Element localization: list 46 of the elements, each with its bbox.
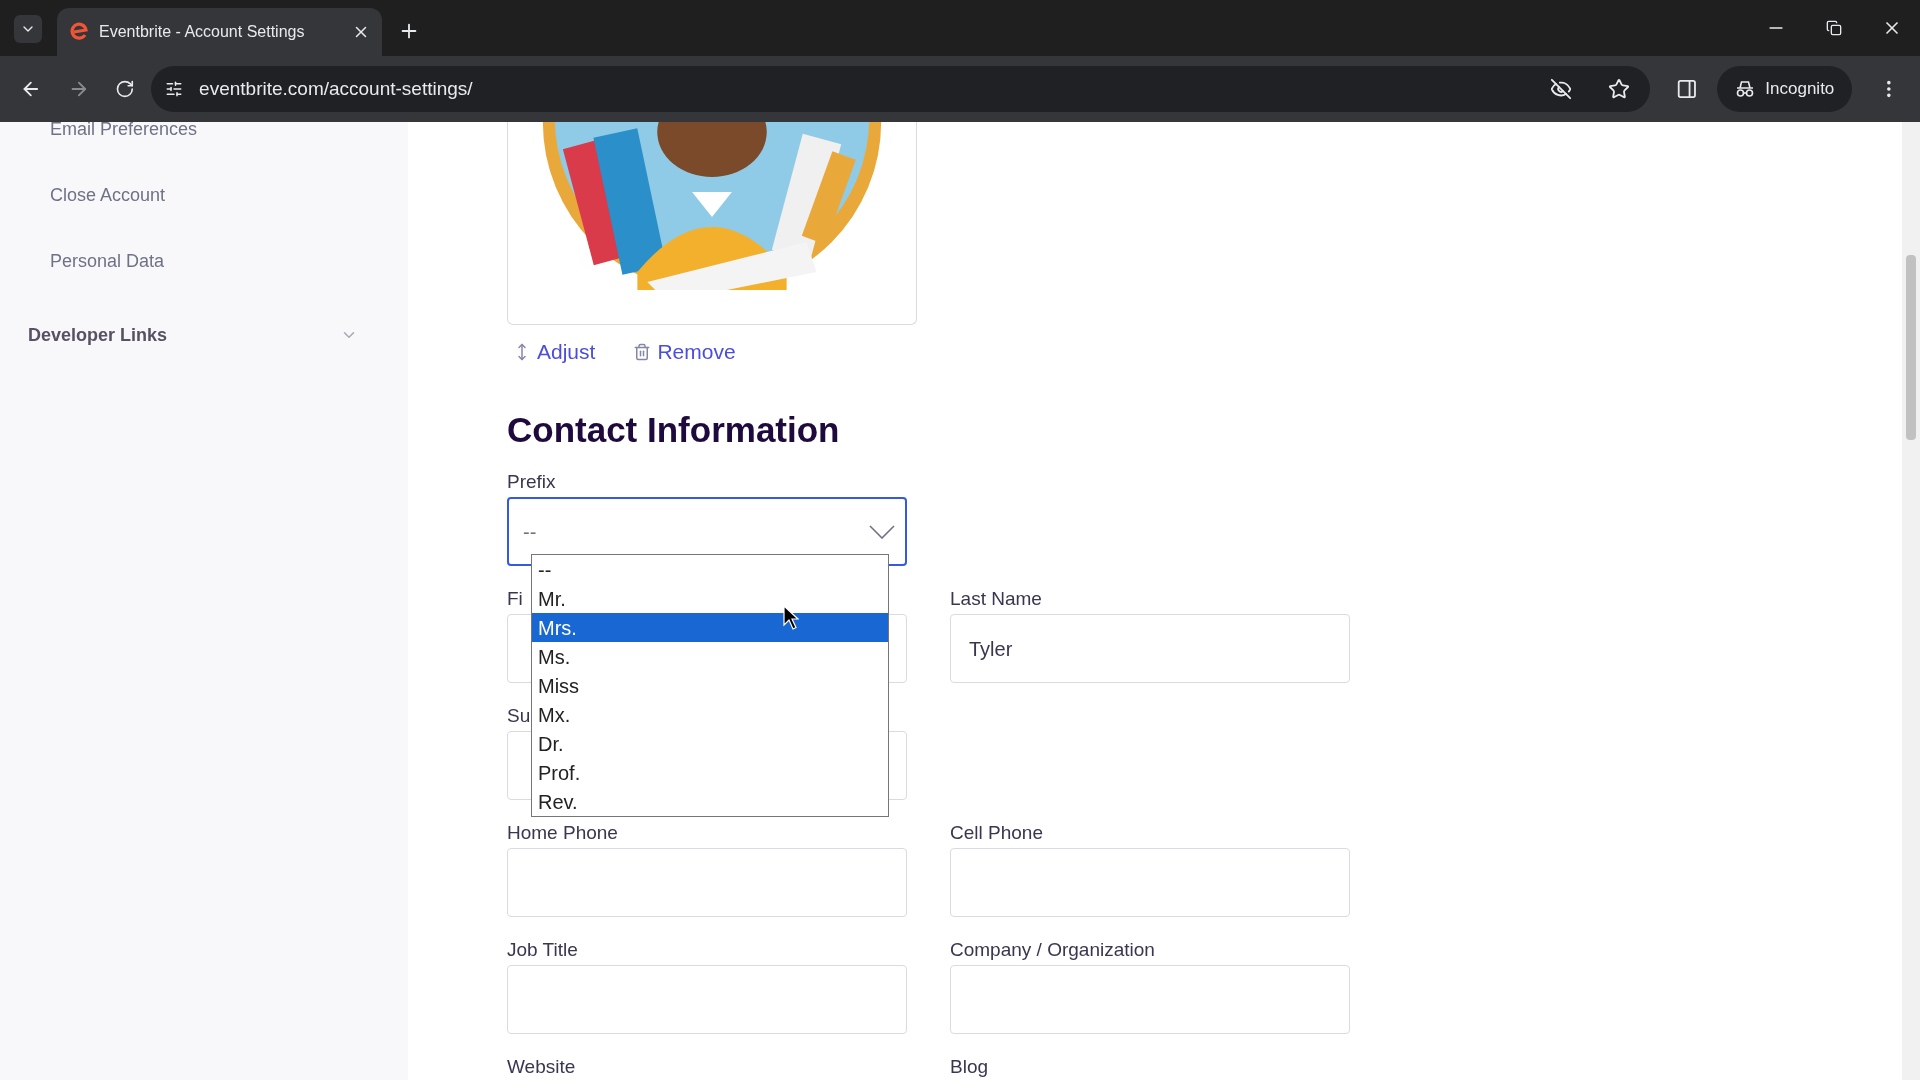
dropdown-option[interactable]: Mrs. bbox=[532, 613, 888, 642]
field-label: Cell Phone bbox=[950, 823, 1043, 843]
incognito-label: Incognito bbox=[1765, 78, 1835, 101]
logo-icon bbox=[69, 22, 89, 42]
restore-icon[interactable] bbox=[1826, 20, 1842, 36]
scroll-thumb[interactable] bbox=[1906, 255, 1916, 440]
section-heading: Contact Information bbox=[507, 409, 841, 451]
field-label: Blog bbox=[950, 1057, 989, 1077]
side-panel-icon[interactable] bbox=[1675, 78, 1698, 100]
incognito-badge[interactable]: Incognito bbox=[1717, 66, 1853, 112]
dropdown-option[interactable]: Dr. bbox=[532, 729, 888, 758]
field-label: Home Phone bbox=[507, 823, 618, 843]
field-label: Fi bbox=[507, 589, 523, 609]
reload-icon[interactable] bbox=[115, 79, 136, 99]
incognito-icon bbox=[1735, 80, 1756, 98]
cursor-icon bbox=[783, 605, 799, 631]
field-label: Last Name bbox=[950, 589, 1042, 609]
tab-search-button[interactable] bbox=[14, 15, 42, 43]
dropdown-option[interactable]: Miss bbox=[532, 671, 888, 700]
trash-icon bbox=[633, 343, 652, 361]
text-field[interactable] bbox=[507, 965, 907, 1034]
remove-button[interactable]: Remove bbox=[633, 336, 736, 368]
dropdown-option[interactable]: Ms. bbox=[532, 642, 888, 671]
field-label: Su bbox=[507, 706, 531, 726]
tab-title: Eventbrite - Account Settings bbox=[99, 22, 306, 42]
eye-off-icon[interactable] bbox=[1549, 78, 1572, 100]
chevron-icon bbox=[869, 524, 895, 539]
address-bar[interactable]: eventbrite.com/account-settings/ bbox=[151, 66, 1650, 112]
field-label: Job Title bbox=[507, 940, 578, 960]
url-text: eventbrite.com/account-settings/ bbox=[199, 76, 474, 101]
dropdown-option[interactable]: Rev. bbox=[532, 787, 888, 816]
dropdown-option[interactable]: Mr. bbox=[532, 584, 888, 613]
text-field[interactable] bbox=[507, 848, 907, 917]
dropdown-option[interactable]: Prof. bbox=[532, 758, 888, 787]
adjust-button[interactable]: Adjust bbox=[513, 336, 596, 368]
text-field[interactable] bbox=[950, 965, 1350, 1034]
bookmark-star-icon[interactable] bbox=[1607, 78, 1630, 100]
site-settings-icon[interactable] bbox=[165, 80, 184, 98]
browser-tab[interactable]: Eventbrite - Account Settings bbox=[57, 8, 382, 56]
text-field[interactable] bbox=[950, 848, 1350, 917]
sidebar-section[interactable]: Developer Links bbox=[28, 298, 358, 372]
text-field[interactable]: Tyler bbox=[950, 614, 1350, 683]
dropdown-option[interactable]: Mx. bbox=[532, 700, 888, 729]
field-label: Company / Organization bbox=[950, 940, 1155, 960]
field-label: Website bbox=[507, 1057, 576, 1077]
field-label: Prefix bbox=[507, 472, 557, 492]
